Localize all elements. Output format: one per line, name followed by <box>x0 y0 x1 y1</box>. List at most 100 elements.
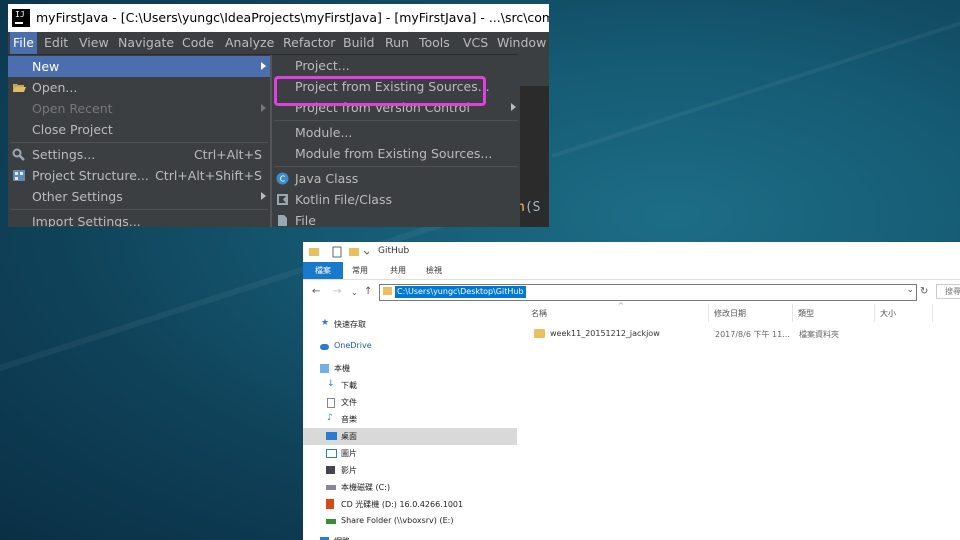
menu-separator <box>274 166 518 167</box>
new-file[interactable]: File <box>272 210 520 227</box>
column-divider <box>874 304 875 322</box>
nav-item-share-folder-e[interactable]: Share Folder (\\vboxsrv) (E:) <box>303 513 517 530</box>
menu-refactor[interactable]: Refactor <box>283 35 335 50</box>
forward-arrow-icon[interactable]: → <box>333 286 341 297</box>
up-arrow-icon[interactable]: ↑ <box>364 286 372 297</box>
submenu-arrow-icon <box>261 62 266 70</box>
menu-build[interactable]: Build <box>343 35 374 50</box>
column-header-type[interactable]: 類型 <box>798 308 814 319</box>
project-structure-icon <box>12 169 26 182</box>
background-streak <box>551 5 960 159</box>
explorer-ribbon: 檔案 常用 共用 檢視 <box>303 262 960 280</box>
desktop-icon <box>326 432 337 440</box>
folder-icon <box>383 287 392 295</box>
nav-item-local-disk-c[interactable]: 本機磁碟 (C:) <box>303 479 517 496</box>
computer-icon <box>320 364 329 373</box>
column-divider <box>932 304 933 322</box>
new-project[interactable]: Project... <box>272 55 520 76</box>
new-java-class[interactable]: C Java Class <box>272 168 520 189</box>
file-menu-settings[interactable]: Settings... Ctrl+Alt+S <box>8 144 270 165</box>
file-menu-close-project[interactable]: Close Project <box>8 119 270 140</box>
table-row[interactable]: week11_20151212_jackjow 2017/8/6 下午 11..… <box>532 326 952 342</box>
file-menu: New Open... Open Recent Close Project Se… <box>8 55 271 227</box>
file-menu-other-settings[interactable]: Other Settings <box>8 186 270 207</box>
new-module-from-existing-sources[interactable]: Module from Existing Sources... <box>272 143 520 164</box>
nav-item-documents[interactable]: 文件 <box>303 394 517 411</box>
menu-file[interactable]: File <box>10 32 37 54</box>
file-modified: 2017/8/6 下午 11... <box>715 330 790 339</box>
folder-icon <box>534 329 545 338</box>
back-arrow-icon[interactable]: ← <box>312 286 320 297</box>
download-icon: ↓ <box>327 379 335 389</box>
address-bar-row: ← → ⌄ ↑ C:\Users\yungc\Desktop\GitHub ⌄ … <box>303 280 960 304</box>
nav-item-this-pc[interactable]: 本機 <box>303 360 517 377</box>
navigation-pane: ★ 快速存取 OneDrive 本機 ↓ 下載 文件 ♪ 音樂 桌面 圖片 影片… <box>303 304 517 540</box>
file-type: 檔案資料夾 <box>799 330 839 339</box>
ribbon-tab-view[interactable]: 檢視 <box>426 265 442 276</box>
column-divider <box>792 304 793 322</box>
column-header-size[interactable]: 大小 <box>880 308 896 319</box>
ide-menubar: File Edit View Navigate Code Analyze Ref… <box>8 32 549 55</box>
explorer-title-bar: GitHub <box>303 242 960 262</box>
star-icon: ★ <box>321 318 330 328</box>
highlight-annotation-box <box>274 76 486 106</box>
menu-run[interactable]: Run <box>385 35 409 50</box>
kotlin-icon <box>276 193 289 206</box>
editor-toolbar <box>518 54 549 86</box>
nav-item-onedrive[interactable]: OneDrive <box>303 338 517 355</box>
menu-view[interactable]: View <box>79 35 109 50</box>
file-icon <box>276 214 289 227</box>
address-dropdown-icon[interactable]: ⌄ <box>906 285 914 295</box>
cloud-icon <box>320 344 329 350</box>
submenu-arrow-icon <box>261 104 266 112</box>
drive-icon <box>326 485 336 490</box>
file-menu-new[interactable]: New <box>8 56 270 77</box>
ribbon-tab-home[interactable]: 常用 <box>352 265 368 276</box>
network-drive-icon <box>326 519 336 524</box>
menu-separator <box>274 120 518 121</box>
file-menu-open-recent[interactable]: Open Recent <box>8 98 270 119</box>
menu-separator <box>10 142 268 143</box>
menu-code[interactable]: Code <box>182 35 214 50</box>
nav-item-network[interactable]: 網路 <box>303 533 517 540</box>
search-input[interactable]: 搜尋 <box>936 284 960 299</box>
ide-window-title: myFirstJava - [C:\Users\yungc\IdeaProjec… <box>36 10 549 25</box>
intellij-logo-icon: IJ <box>12 9 30 27</box>
column-header-modified[interactable]: 修改日期 <box>714 308 746 319</box>
ribbon-tab-file[interactable]: 檔案 <box>303 262 343 279</box>
file-menu-import-settings[interactable]: Import Settings... <box>8 211 270 227</box>
menu-window[interactable]: Window <box>497 35 546 50</box>
menu-analyze[interactable]: Analyze <box>225 35 274 50</box>
nav-item-quick-access[interactable]: ★ 快速存取 <box>303 316 517 333</box>
music-icon: ♪ <box>327 413 333 423</box>
ide-title-bar: IJ myFirstJava - [C:\Users\yungc\IdeaPro… <box>8 4 549 32</box>
picture-icon <box>326 449 337 458</box>
address-input[interactable]: C:\Users\yungc\Desktop\GitHub ⌄ <box>379 284 917 301</box>
svg-text:C: C <box>280 175 286 184</box>
menu-navigate[interactable]: Navigate <box>118 35 174 50</box>
menu-edit[interactable]: Edit <box>44 35 68 50</box>
folder-open-icon <box>12 81 26 94</box>
menu-vcs[interactable]: VCS <box>463 35 488 50</box>
quick-access-toolbar-icons <box>309 246 369 258</box>
menu-tools[interactable]: Tools <box>419 35 450 50</box>
office-icon <box>326 499 334 509</box>
new-module[interactable]: Module... <box>272 122 520 143</box>
nav-item-videos[interactable]: 影片 <box>303 462 517 479</box>
nav-item-pictures[interactable]: 圖片 <box>303 445 517 462</box>
file-menu-project-structure[interactable]: Project Structure... Ctrl+Alt+Shift+S <box>8 165 270 186</box>
nav-item-cd-drive-d[interactable]: CD 光碟機 (D:) 16.0.4266.1001 <box>303 496 517 513</box>
recent-dropdown-icon[interactable]: ⌄ <box>351 288 358 297</box>
nav-item-music[interactable]: ♪ 音樂 <box>303 411 517 428</box>
java-class-icon: C <box>276 172 289 185</box>
new-kotlin-file[interactable]: Kotlin File/Class <box>272 189 520 210</box>
file-list: 名稱 ^ 修改日期 類型 大小 week11_20151212_jackjow … <box>525 302 960 540</box>
code-fragment: n(S <box>517 200 541 215</box>
column-header-name[interactable]: 名稱 <box>531 308 547 319</box>
nav-item-desktop[interactable]: 桌面 <box>303 428 517 445</box>
file-menu-open[interactable]: Open... <box>8 77 270 98</box>
ribbon-tab-share[interactable]: 共用 <box>390 265 406 276</box>
submenu-arrow-icon <box>511 103 516 111</box>
refresh-icon[interactable]: ↻ <box>920 286 928 297</box>
nav-item-downloads[interactable]: ↓ 下載 <box>303 377 517 394</box>
